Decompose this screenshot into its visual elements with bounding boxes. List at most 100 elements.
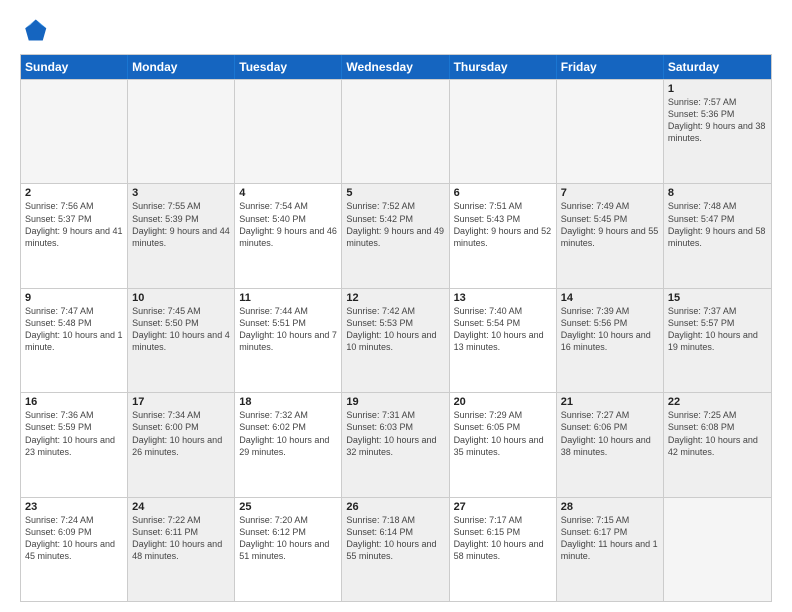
cal-cell-day-14: 14Sunrise: 7:39 AM Sunset: 5:56 PM Dayli…	[557, 289, 664, 392]
day-number: 11	[239, 292, 337, 304]
day-number: 20	[454, 396, 552, 408]
day-number: 17	[132, 396, 230, 408]
cal-cell-day-9: 9Sunrise: 7:47 AM Sunset: 5:48 PM Daylig…	[21, 289, 128, 392]
cal-cell-day-22: 22Sunrise: 7:25 AM Sunset: 6:08 PM Dayli…	[664, 393, 771, 496]
day-info: Sunrise: 7:24 AM Sunset: 6:09 PM Dayligh…	[25, 514, 123, 563]
cal-cell-day-13: 13Sunrise: 7:40 AM Sunset: 5:54 PM Dayli…	[450, 289, 557, 392]
cal-cell-day-26: 26Sunrise: 7:18 AM Sunset: 6:14 PM Dayli…	[342, 498, 449, 601]
day-number: 6	[454, 187, 552, 199]
cal-cell-day-21: 21Sunrise: 7:27 AM Sunset: 6:06 PM Dayli…	[557, 393, 664, 496]
calendar: SundayMondayTuesdayWednesdayThursdayFrid…	[20, 54, 772, 602]
day-info: Sunrise: 7:45 AM Sunset: 5:50 PM Dayligh…	[132, 305, 230, 354]
day-number: 27	[454, 501, 552, 513]
cal-header-saturday: Saturday	[664, 55, 771, 79]
day-info: Sunrise: 7:56 AM Sunset: 5:37 PM Dayligh…	[25, 200, 123, 249]
cal-cell-day-20: 20Sunrise: 7:29 AM Sunset: 6:05 PM Dayli…	[450, 393, 557, 496]
day-number: 24	[132, 501, 230, 513]
cal-cell-day-15: 15Sunrise: 7:37 AM Sunset: 5:57 PM Dayli…	[664, 289, 771, 392]
cal-cell-day-10: 10Sunrise: 7:45 AM Sunset: 5:50 PM Dayli…	[128, 289, 235, 392]
day-number: 8	[668, 187, 767, 199]
day-info: Sunrise: 7:52 AM Sunset: 5:42 PM Dayligh…	[346, 200, 444, 249]
day-info: Sunrise: 7:34 AM Sunset: 6:00 PM Dayligh…	[132, 409, 230, 458]
cal-cell-day-8: 8Sunrise: 7:48 AM Sunset: 5:47 PM Daylig…	[664, 184, 771, 287]
cal-cell-empty	[21, 80, 128, 183]
cal-header-monday: Monday	[128, 55, 235, 79]
cal-week-2: 2Sunrise: 7:56 AM Sunset: 5:37 PM Daylig…	[21, 183, 771, 287]
day-number: 14	[561, 292, 659, 304]
day-info: Sunrise: 7:49 AM Sunset: 5:45 PM Dayligh…	[561, 200, 659, 249]
cal-cell-day-2: 2Sunrise: 7:56 AM Sunset: 5:37 PM Daylig…	[21, 184, 128, 287]
day-info: Sunrise: 7:15 AM Sunset: 6:17 PM Dayligh…	[561, 514, 659, 563]
day-info: Sunrise: 7:18 AM Sunset: 6:14 PM Dayligh…	[346, 514, 444, 563]
cal-cell-empty	[128, 80, 235, 183]
day-number: 10	[132, 292, 230, 304]
cal-cell-day-12: 12Sunrise: 7:42 AM Sunset: 5:53 PM Dayli…	[342, 289, 449, 392]
day-info: Sunrise: 7:22 AM Sunset: 6:11 PM Dayligh…	[132, 514, 230, 563]
day-number: 3	[132, 187, 230, 199]
day-info: Sunrise: 7:47 AM Sunset: 5:48 PM Dayligh…	[25, 305, 123, 354]
cal-header-sunday: Sunday	[21, 55, 128, 79]
cal-cell-day-4: 4Sunrise: 7:54 AM Sunset: 5:40 PM Daylig…	[235, 184, 342, 287]
day-number: 1	[668, 83, 767, 95]
cal-cell-day-25: 25Sunrise: 7:20 AM Sunset: 6:12 PM Dayli…	[235, 498, 342, 601]
day-number: 26	[346, 501, 444, 513]
day-info: Sunrise: 7:48 AM Sunset: 5:47 PM Dayligh…	[668, 200, 767, 249]
day-info: Sunrise: 7:44 AM Sunset: 5:51 PM Dayligh…	[239, 305, 337, 354]
cal-cell-empty	[557, 80, 664, 183]
day-number: 4	[239, 187, 337, 199]
day-number: 25	[239, 501, 337, 513]
cal-week-3: 9Sunrise: 7:47 AM Sunset: 5:48 PM Daylig…	[21, 288, 771, 392]
day-number: 16	[25, 396, 123, 408]
day-info: Sunrise: 7:29 AM Sunset: 6:05 PM Dayligh…	[454, 409, 552, 458]
cal-cell-day-28: 28Sunrise: 7:15 AM Sunset: 6:17 PM Dayli…	[557, 498, 664, 601]
day-info: Sunrise: 7:25 AM Sunset: 6:08 PM Dayligh…	[668, 409, 767, 458]
cal-week-4: 16Sunrise: 7:36 AM Sunset: 5:59 PM Dayli…	[21, 392, 771, 496]
cal-cell-day-27: 27Sunrise: 7:17 AM Sunset: 6:15 PM Dayli…	[450, 498, 557, 601]
day-number: 9	[25, 292, 123, 304]
cal-cell-empty	[450, 80, 557, 183]
cal-cell-day-3: 3Sunrise: 7:55 AM Sunset: 5:39 PM Daylig…	[128, 184, 235, 287]
cal-cell-day-24: 24Sunrise: 7:22 AM Sunset: 6:11 PM Dayli…	[128, 498, 235, 601]
day-number: 5	[346, 187, 444, 199]
day-number: 13	[454, 292, 552, 304]
day-info: Sunrise: 7:37 AM Sunset: 5:57 PM Dayligh…	[668, 305, 767, 354]
logo	[20, 16, 52, 44]
day-number: 7	[561, 187, 659, 199]
day-info: Sunrise: 7:51 AM Sunset: 5:43 PM Dayligh…	[454, 200, 552, 249]
day-number: 22	[668, 396, 767, 408]
cal-cell-day-1: 1Sunrise: 7:57 AM Sunset: 5:36 PM Daylig…	[664, 80, 771, 183]
cal-cell-day-18: 18Sunrise: 7:32 AM Sunset: 6:02 PM Dayli…	[235, 393, 342, 496]
cal-cell-empty	[342, 80, 449, 183]
cal-cell-day-23: 23Sunrise: 7:24 AM Sunset: 6:09 PM Dayli…	[21, 498, 128, 601]
calendar-header-row: SundayMondayTuesdayWednesdayThursdayFrid…	[21, 55, 771, 79]
day-info: Sunrise: 7:42 AM Sunset: 5:53 PM Dayligh…	[346, 305, 444, 354]
day-info: Sunrise: 7:17 AM Sunset: 6:15 PM Dayligh…	[454, 514, 552, 563]
day-info: Sunrise: 7:36 AM Sunset: 5:59 PM Dayligh…	[25, 409, 123, 458]
day-number: 28	[561, 501, 659, 513]
day-number: 19	[346, 396, 444, 408]
day-number: 21	[561, 396, 659, 408]
day-number: 15	[668, 292, 767, 304]
day-number: 18	[239, 396, 337, 408]
day-info: Sunrise: 7:55 AM Sunset: 5:39 PM Dayligh…	[132, 200, 230, 249]
cal-cell-day-19: 19Sunrise: 7:31 AM Sunset: 6:03 PM Dayli…	[342, 393, 449, 496]
day-info: Sunrise: 7:20 AM Sunset: 6:12 PM Dayligh…	[239, 514, 337, 563]
cal-cell-day-6: 6Sunrise: 7:51 AM Sunset: 5:43 PM Daylig…	[450, 184, 557, 287]
day-number: 2	[25, 187, 123, 199]
cal-header-tuesday: Tuesday	[235, 55, 342, 79]
cal-week-1: 1Sunrise: 7:57 AM Sunset: 5:36 PM Daylig…	[21, 79, 771, 183]
cal-cell-empty	[235, 80, 342, 183]
day-info: Sunrise: 7:32 AM Sunset: 6:02 PM Dayligh…	[239, 409, 337, 458]
cal-cell-day-17: 17Sunrise: 7:34 AM Sunset: 6:00 PM Dayli…	[128, 393, 235, 496]
cal-cell-day-5: 5Sunrise: 7:52 AM Sunset: 5:42 PM Daylig…	[342, 184, 449, 287]
day-number: 23	[25, 501, 123, 513]
day-info: Sunrise: 7:57 AM Sunset: 5:36 PM Dayligh…	[668, 96, 767, 145]
day-info: Sunrise: 7:40 AM Sunset: 5:54 PM Dayligh…	[454, 305, 552, 354]
cal-header-friday: Friday	[557, 55, 664, 79]
calendar-body: 1Sunrise: 7:57 AM Sunset: 5:36 PM Daylig…	[21, 79, 771, 601]
cal-header-thursday: Thursday	[450, 55, 557, 79]
day-info: Sunrise: 7:39 AM Sunset: 5:56 PM Dayligh…	[561, 305, 659, 354]
cal-cell-empty	[664, 498, 771, 601]
cal-cell-day-11: 11Sunrise: 7:44 AM Sunset: 5:51 PM Dayli…	[235, 289, 342, 392]
logo-icon	[20, 16, 48, 44]
